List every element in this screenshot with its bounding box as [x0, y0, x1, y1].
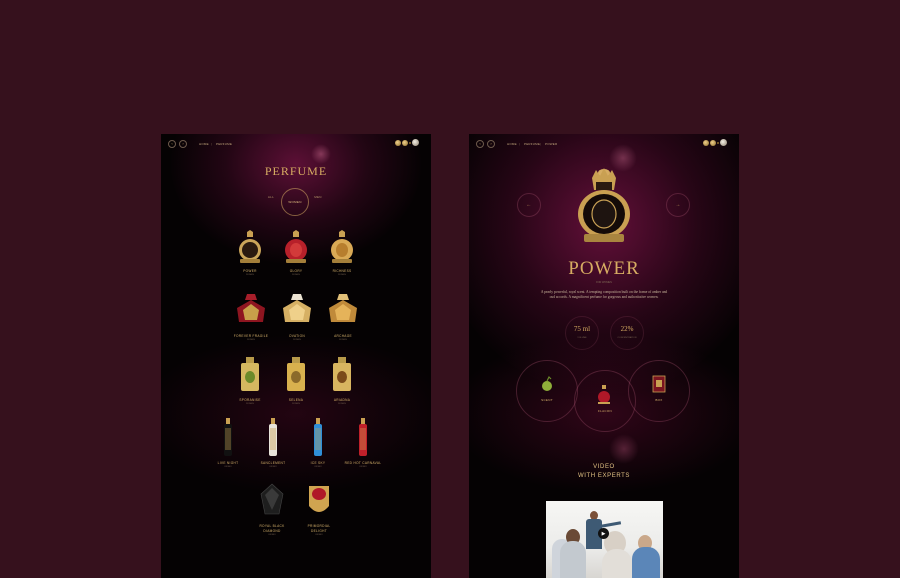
product-name[interactable]: LIVE NIGHT — [203, 461, 253, 465]
arrow-right-icon: → — [675, 202, 681, 208]
primordial-delight-bottle-image[interactable] — [305, 482, 333, 518]
product-name[interactable]: POWER — [225, 269, 275, 273]
product-category: WOMEN — [246, 274, 254, 276]
forward-button[interactable]: › — [179, 140, 187, 148]
product-name[interactable]: RED HOT CARNAVAL — [333, 461, 393, 465]
product-category: WOMEN — [247, 339, 255, 341]
product-title: POWER — [568, 258, 640, 279]
video-title-line-2: WITH EXPERTS — [577, 473, 631, 479]
scent-icon — [542, 376, 552, 391]
live-night-bottle-image[interactable] — [223, 418, 233, 458]
archage-bottle-image[interactable] — [325, 292, 361, 328]
product-name[interactable]: SELENA — [271, 398, 321, 402]
product-name[interactable]: ARCHAGE — [318, 334, 368, 338]
stat-volume-label: VOLUME — [577, 337, 587, 339]
product-category: UNISEX — [314, 466, 322, 468]
product-name-line-2[interactable]: DIAMOND — [246, 529, 298, 533]
spark-glow — [609, 434, 639, 464]
product-detail-screen: ‹ › HOME | PERFUME | POWER ← → POWER FOR… — [469, 134, 739, 578]
product-subtitle: FOR WOMEN — [596, 281, 612, 284]
flacon-label: FLACON — [598, 409, 612, 413]
video-title-line-1: VIDEO — [593, 464, 615, 470]
spark-glow — [311, 144, 331, 164]
breadcrumb-home[interactable]: HOME — [507, 142, 517, 146]
product-category: UNISEX — [224, 466, 232, 468]
breadcrumb-separator: | — [519, 142, 520, 146]
product-category: UNISEX — [359, 466, 367, 468]
ariadna-bottle-image[interactable] — [331, 357, 353, 393]
stat-concentration-value: 22% — [620, 325, 634, 333]
filter-women[interactable]: WOMEN — [287, 200, 303, 204]
brand-logo[interactable] — [703, 139, 727, 146]
breadcrumb-current: POWER — [545, 142, 558, 146]
catalog-screen: ‹ › HOME | PERFUME PERFUME ALL WOMEN MEN… — [161, 134, 431, 578]
product-category: WOMEN — [338, 403, 346, 405]
product-name[interactable]: FOREVER FRAGILE — [226, 334, 276, 338]
breadcrumb-current: PERFUME — [216, 142, 233, 146]
stat-volume-value: 75 ml — [573, 325, 591, 333]
product-name[interactable]: SPORANISE — [225, 398, 275, 402]
box-label: BOX — [655, 398, 663, 402]
breadcrumb-perfume[interactable]: PERFUME — [524, 142, 540, 146]
filter-men[interactable]: MEN — [312, 195, 324, 199]
red-hot-carnaval-bottle-image[interactable] — [358, 418, 368, 458]
audience-person — [602, 549, 632, 578]
audience-person — [560, 541, 586, 578]
product-name-line-2[interactable]: DELIGHT — [293, 529, 345, 533]
filter-all[interactable]: ALL — [266, 195, 276, 199]
stat-ring — [565, 316, 599, 350]
product-category: WOMEN — [292, 403, 300, 405]
flacon-icon — [598, 385, 610, 404]
back-button[interactable]: ‹ — [476, 140, 484, 148]
power-bottle-image[interactable] — [236, 230, 264, 264]
product-category: WOMEN — [246, 403, 254, 405]
product-name[interactable]: RICHNESS — [317, 269, 367, 273]
product-category: UNISEX — [269, 466, 277, 468]
product-name[interactable]: ARIADNA — [317, 398, 367, 402]
ice-sky-bottle-image[interactable] — [313, 418, 323, 458]
product-name[interactable]: OVATION — [272, 334, 322, 338]
product-category: WOMEN — [292, 274, 300, 276]
history-nav: ‹ › — [476, 140, 495, 148]
back-button[interactable]: ‹ — [168, 140, 176, 148]
product-category: UNISEX — [315, 534, 323, 536]
richness-bottle-image[interactable] — [328, 230, 356, 264]
power-hero-bottle-image — [578, 168, 630, 242]
forward-button[interactable]: › — [487, 140, 495, 148]
forever-fragile-bottle-image[interactable] — [233, 292, 269, 328]
product-category: WOMEN — [293, 339, 301, 341]
box-icon — [652, 375, 666, 393]
breadcrumb-separator: | — [540, 142, 541, 146]
glory-bottle-image[interactable] — [282, 230, 310, 264]
sanclement-bottle-image[interactable] — [268, 418, 278, 458]
expert-video[interactable]: ▶ — [546, 501, 663, 578]
product-name[interactable]: SANCLEMENT — [248, 461, 298, 465]
product-name[interactable]: GLORY — [271, 269, 321, 273]
stat-ring — [610, 316, 644, 350]
product-category: UNISEX — [268, 534, 276, 536]
history-nav: ‹ › — [168, 140, 187, 148]
play-icon[interactable]: ▶ — [598, 528, 609, 539]
brand-logo[interactable] — [395, 139, 419, 146]
product-name-line-1[interactable]: ROYAL BLACK — [246, 524, 298, 528]
breadcrumb-separator: | — [211, 142, 212, 146]
royal-black-diamond-bottle-image[interactable] — [259, 482, 285, 518]
product-description: A pearly powerful, royal scent. A tempti… — [540, 290, 668, 299]
product-name-line-1[interactable]: PRIMORDIAL — [293, 524, 345, 528]
audience-person — [632, 547, 660, 578]
ovation-bottle-image[interactable] — [279, 292, 315, 328]
sporanise-bottle-image[interactable] — [239, 357, 261, 393]
page-title: PERFUME — [264, 164, 328, 178]
scent-label: SCENT — [541, 398, 553, 402]
selena-bottle-image[interactable] — [285, 357, 307, 393]
arrow-left-icon: ← — [526, 202, 532, 208]
product-category: WOMEN — [338, 274, 346, 276]
stat-concentration-label: CONCENTRATION — [617, 337, 637, 339]
product-category: WOMEN — [339, 339, 347, 341]
breadcrumb-home[interactable]: HOME — [199, 142, 209, 146]
